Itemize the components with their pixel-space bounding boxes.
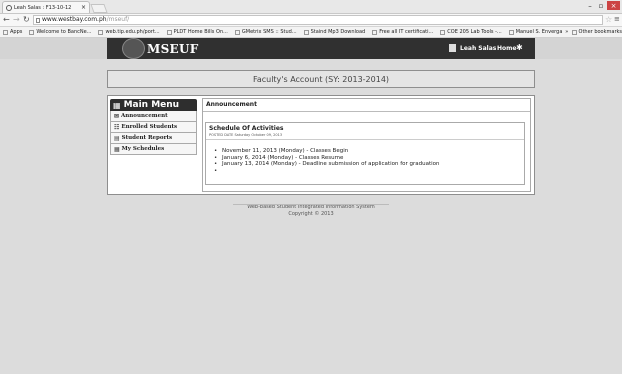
- toolbar: ← → ↻ www.westbay.com.ph/mseuf/ ☆ ≡: [0, 14, 622, 27]
- divider: [206, 139, 524, 140]
- bookmark-item[interactable]: PLDT Home Bills On...: [166, 29, 228, 35]
- reload-icon[interactable]: ↻: [23, 15, 30, 24]
- user-name-link[interactable]: Leah Salas: [460, 45, 496, 52]
- calendar-icon: ▦: [114, 145, 120, 153]
- globe-icon: [6, 4, 12, 11]
- bookmark-item[interactable]: Free all IT certificati...: [372, 29, 433, 35]
- bookmarks-bar: Apps Welcome to BancNe... web.tip.edu.ph…: [0, 27, 622, 38]
- schedule-box: Schedule Of Activities POSTED DATE Satur…: [205, 122, 525, 185]
- more-bookmarks-chevron[interactable]: »: [565, 29, 568, 35]
- url-domain: www.westbay.com.ph: [42, 16, 107, 23]
- site-header: [0, 38, 622, 59]
- schedule-list: • November 11, 2013 (Monday) - Classes Be…: [214, 148, 440, 174]
- tab-title: Leah Salas : F13-10-12: [14, 4, 72, 11]
- minimize-icon[interactable]: –: [585, 1, 595, 10]
- page-icon: [440, 29, 446, 35]
- folder-icon: [571, 29, 577, 35]
- user-avatar: [449, 44, 456, 52]
- list-item: • January 13, 2014 (Monday) - Deadline su…: [214, 161, 440, 167]
- gear-icon[interactable]: ✱: [516, 43, 523, 52]
- bookmark-item[interactable]: Welcome to BancNe...: [29, 29, 91, 35]
- browser-tab-strip: Leah Salas : F13-10-12 × – ▫ ×: [0, 0, 622, 14]
- close-window-icon[interactable]: ×: [607, 1, 620, 10]
- bookmark-star-icon[interactable]: ☆: [605, 15, 612, 24]
- menu-icon[interactable]: ≡: [614, 15, 620, 23]
- site-logo[interactable]: MSEUF: [147, 42, 199, 56]
- page-icon: [36, 18, 40, 23]
- main-menu: ▦ Main Menu ✉ Announcement ☷ Enrolled Stud…: [110, 99, 197, 155]
- bookmark-item[interactable]: Staind Mp3 Download: [303, 29, 365, 35]
- footer-system-name: Web-based Student Integrated Information…: [247, 204, 375, 210]
- main-menu-header: ▦ Main Menu: [110, 99, 197, 111]
- page-icon: [98, 29, 104, 35]
- apps-grid-icon: [3, 29, 8, 35]
- menu-item-student-reports[interactable]: ▤ Student Reports: [110, 133, 197, 144]
- posted-date: POSTED DATE Saturday October 09, 2013: [209, 133, 283, 137]
- list-item: •: [214, 167, 218, 174]
- report-icon: ▤: [114, 134, 120, 142]
- maximize-icon[interactable]: ▫: [596, 1, 606, 10]
- menu-tile-icon: ▦: [113, 100, 121, 110]
- divider: [233, 204, 389, 205]
- footer: Web-based Student Integrated Information…: [0, 204, 622, 218]
- address-bar[interactable]: www.westbay.com.ph/mseuf/: [33, 15, 603, 25]
- page-icon: [166, 29, 172, 35]
- divider: [203, 111, 530, 112]
- close-tab-icon[interactable]: ×: [81, 4, 86, 11]
- home-link[interactable]: Home: [497, 45, 516, 52]
- url-path: /mseuf/: [106, 16, 130, 23]
- megaphone-icon: ✉: [114, 112, 120, 120]
- bookmark-item[interactable]: COE 205 Lab Tools -...: [440, 29, 502, 35]
- page-icon: [303, 29, 309, 35]
- other-bookmarks[interactable]: » Other bookmarks: [562, 27, 622, 37]
- announcement-heading: Announcement: [206, 101, 257, 108]
- footer-copyright: Copyright © 2013: [288, 211, 334, 217]
- page-icon: [372, 29, 378, 35]
- back-arrow-icon[interactable]: ←: [3, 15, 10, 24]
- new-tab-button[interactable]: [90, 4, 108, 13]
- browser-tab[interactable]: Leah Salas : F13-10-12 ×: [2, 1, 90, 13]
- bookmark-item[interactable]: GMetrix SMS :: Stud...: [234, 29, 297, 35]
- page-icon: [234, 29, 240, 35]
- bookmark-item[interactable]: web.tip.edu.ph/port...: [98, 29, 160, 35]
- bookmark-apps[interactable]: Apps: [3, 29, 22, 35]
- account-banner: Faculty's Account (SY: 2013-2014): [107, 70, 535, 88]
- menu-item-enrolled-students[interactable]: ☷ Enrolled Students: [110, 122, 197, 133]
- students-icon: ☷: [114, 123, 120, 131]
- schedule-title: Schedule Of Activities: [209, 125, 284, 132]
- menu-item-announcement[interactable]: ✉ Announcement: [110, 111, 197, 122]
- menu-item-my-schedules[interactable]: ▦ My Schedules: [110, 144, 197, 155]
- forward-arrow-icon[interactable]: →: [13, 15, 20, 24]
- page-icon: [508, 29, 514, 35]
- page-icon: [29, 29, 35, 35]
- university-seal-icon: [122, 38, 145, 59]
